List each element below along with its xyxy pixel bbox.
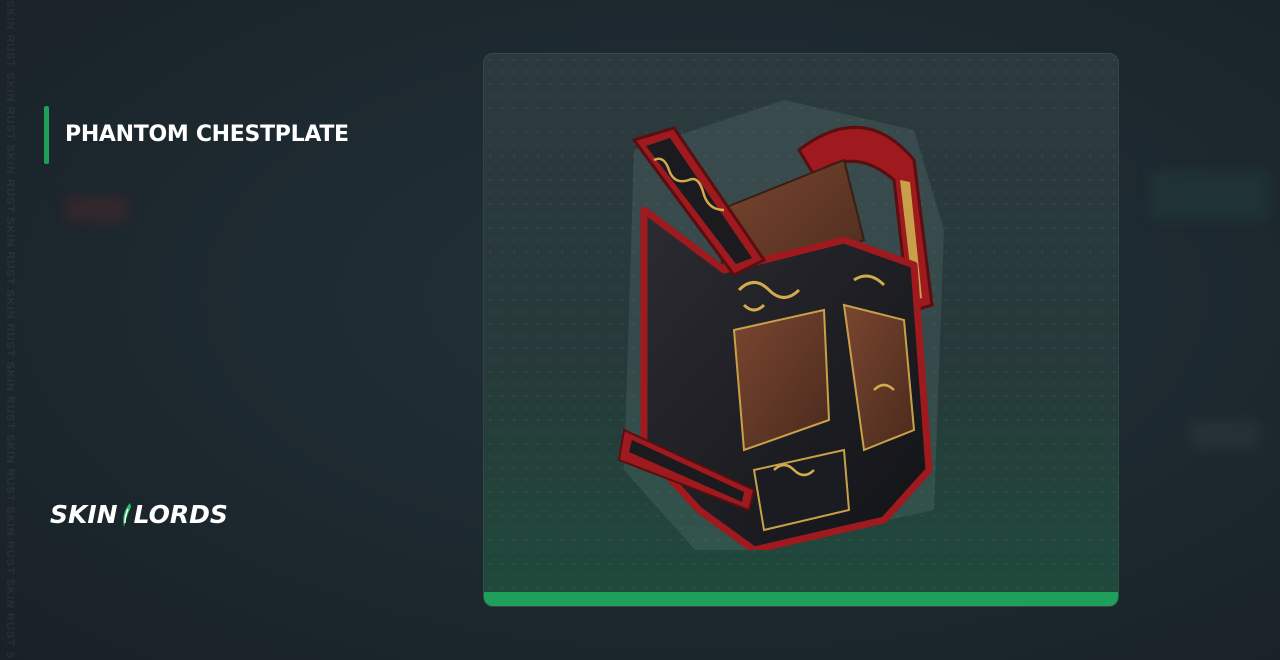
blurred-background-panel: [1150, 170, 1270, 220]
blurred-background-panel: [1190, 420, 1260, 450]
leaf-slash-icon: [122, 502, 131, 527]
card-accent-stripe: [484, 592, 1118, 606]
side-watermark-text: SKIN RUST SKIN RUST SKIN RUST SKIN RUST …: [4, 0, 16, 660]
blurred-badge: [64, 196, 128, 222]
logo-text-right: LORDS: [133, 500, 228, 529]
item-title: PHANTOM CHESTPLATE: [65, 122, 349, 147]
logo-text-left: SKIN: [50, 500, 118, 529]
item-preview-card: [483, 53, 1119, 607]
skinlords-logo: SKIN LORDS: [50, 500, 228, 529]
title-accent-bar: [44, 106, 49, 164]
chestplate-armor-image: [617, 100, 944, 550]
